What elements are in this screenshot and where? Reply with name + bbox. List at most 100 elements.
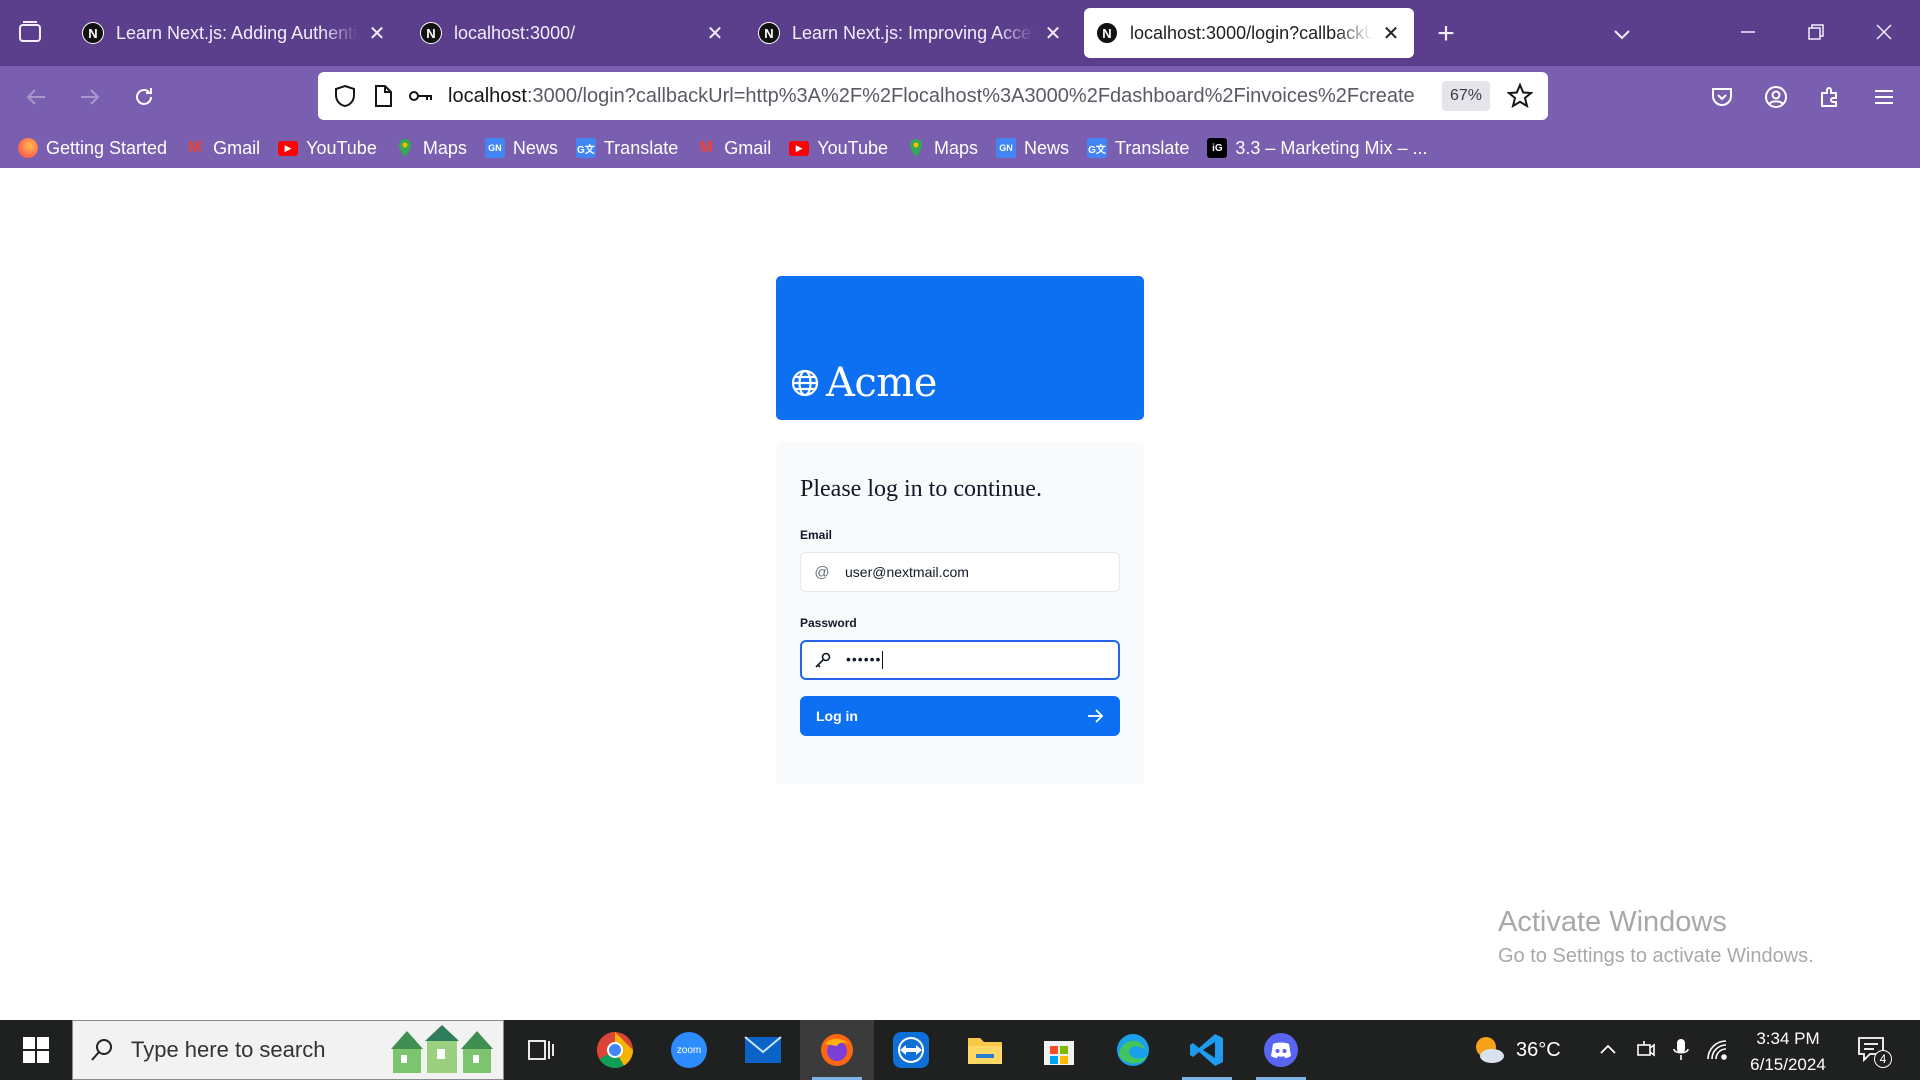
microphone-button[interactable] bbox=[1672, 1020, 1690, 1080]
wifi-icon bbox=[1707, 1040, 1727, 1060]
microsoft-store-taskbar-app[interactable] bbox=[1022, 1020, 1096, 1080]
system-clock[interactable]: 3:34 PM 6/15/2024 bbox=[1740, 1026, 1836, 1078]
teamviewer-taskbar-app[interactable] bbox=[874, 1020, 948, 1080]
task-view-button[interactable] bbox=[504, 1020, 578, 1080]
tab-title: Learn Next.js: Adding Authentication bbox=[116, 22, 358, 43]
bookmark-maps[interactable]: Maps bbox=[395, 138, 467, 159]
discord-taskbar-app[interactable] bbox=[1244, 1020, 1318, 1080]
translate-icon: G文 bbox=[1087, 138, 1108, 158]
tab-3-active[interactable]: N localhost:3000/login?callbackUrl=http … bbox=[1084, 8, 1414, 58]
key-icon[interactable] bbox=[406, 81, 436, 111]
tab-0[interactable]: N Learn Next.js: Adding Authentication ✕ bbox=[70, 8, 400, 58]
teamviewer-icon bbox=[893, 1032, 929, 1068]
bookmark-label: YouTube bbox=[817, 137, 888, 158]
minimize-button[interactable] bbox=[1726, 12, 1770, 52]
file-explorer-taskbar-app[interactable] bbox=[948, 1020, 1022, 1080]
puzzle-icon bbox=[1821, 87, 1837, 107]
bookmark-maps-2[interactable]: Maps bbox=[906, 138, 978, 159]
close-tab-icon[interactable]: ✕ bbox=[1042, 22, 1064, 45]
nextjs-favicon-icon: N bbox=[82, 22, 104, 44]
email-value: user@nextmail.com bbox=[845, 564, 969, 580]
reload-icon bbox=[136, 88, 152, 105]
bookmark-youtube[interactable]: ▶ YouTube bbox=[278, 138, 377, 159]
back-button[interactable] bbox=[18, 79, 54, 115]
bookmark-gmail[interactable]: M Gmail bbox=[185, 138, 260, 159]
bookmark-label: Gmail bbox=[724, 137, 772, 158]
extensions-button[interactable] bbox=[1812, 79, 1848, 115]
email-field[interactable]: @ user@nextmail.com bbox=[800, 552, 1120, 592]
taskbar-search-box[interactable]: Type here to search bbox=[72, 1020, 504, 1080]
restore-icon bbox=[1808, 24, 1824, 40]
zoom-level-badge[interactable]: 67% bbox=[1441, 81, 1490, 111]
tab-bar: N Learn Next.js: Adding Authentication ✕… bbox=[0, 0, 1920, 66]
youtube-icon: ▶ bbox=[789, 140, 810, 156]
bookmark-translate-2[interactable]: G文 Translate bbox=[1087, 138, 1189, 159]
maps-icon bbox=[906, 138, 926, 158]
zoom-taskbar-app[interactable]: zoom bbox=[652, 1020, 726, 1080]
plus-icon: + bbox=[1437, 17, 1455, 50]
edge-taskbar-app[interactable] bbox=[1096, 1020, 1170, 1080]
start-button[interactable] bbox=[0, 1020, 72, 1080]
page-info-icon[interactable] bbox=[368, 81, 398, 111]
store-icon bbox=[1044, 1041, 1074, 1065]
tab-list-button[interactable] bbox=[12, 14, 48, 50]
close-tab-icon[interactable]: ✕ bbox=[704, 22, 726, 45]
bookmark-star-icon[interactable] bbox=[1504, 80, 1536, 112]
form-title: Please log in to continue. bbox=[800, 476, 1042, 502]
discord-icon bbox=[1264, 1033, 1298, 1067]
close-tab-icon[interactable]: ✕ bbox=[366, 22, 388, 45]
notification-center-button[interactable]: 4 bbox=[1856, 1034, 1892, 1070]
nextjs-favicon-icon: N bbox=[420, 22, 442, 44]
bookmark-getting-started[interactable]: Getting Started bbox=[18, 138, 167, 159]
edge-icon bbox=[1117, 1034, 1149, 1066]
bookmark-label: Maps bbox=[933, 137, 978, 158]
vscode-icon bbox=[1190, 1034, 1223, 1066]
firefox-taskbar-app[interactable] bbox=[800, 1020, 874, 1080]
show-hidden-icons-button[interactable] bbox=[1598, 1020, 1618, 1080]
app-menu-button[interactable] bbox=[1866, 79, 1902, 115]
address-bar[interactable]: localhost:3000/login?callbackUrl=http%3A… bbox=[318, 72, 1548, 120]
password-field[interactable]: •••••• bbox=[800, 640, 1120, 680]
bookmark-news[interactable]: GN News bbox=[484, 138, 558, 159]
forward-button[interactable] bbox=[72, 79, 108, 115]
account-icon bbox=[1765, 86, 1787, 108]
mail-taskbar-app[interactable] bbox=[726, 1020, 800, 1080]
bookmark-news-2[interactable]: GN News bbox=[996, 138, 1069, 159]
tracking-shield-icon[interactable] bbox=[330, 81, 360, 111]
list-all-tabs-button[interactable] bbox=[1604, 16, 1640, 52]
hamburger-menu-icon bbox=[1875, 90, 1893, 104]
reload-button[interactable] bbox=[126, 79, 162, 115]
vscode-taskbar-app[interactable] bbox=[1170, 1020, 1244, 1080]
nextjs-favicon-icon: N bbox=[758, 22, 780, 44]
url-host: localhost bbox=[448, 84, 527, 107]
login-button[interactable]: Log in bbox=[800, 696, 1120, 736]
activate-windows-watermark: Activate Windows Go to Settings to activ… bbox=[1498, 906, 1814, 968]
email-label: Email bbox=[800, 528, 833, 542]
bookmark-translate[interactable]: G文 Translate bbox=[575, 138, 678, 159]
bookmark-youtube-2[interactable]: ▶ YouTube bbox=[789, 138, 888, 159]
bookmark-gmail-2[interactable]: M Gmail bbox=[696, 137, 772, 159]
tab-2[interactable]: N Learn Next.js: Improving Accessibility… bbox=[746, 8, 1076, 58]
password-dots: •••••• bbox=[846, 650, 882, 667]
bookmark-marketing-mix[interactable]: iG 3.3 – Marketing Mix – ... bbox=[1207, 138, 1427, 159]
account-button[interactable] bbox=[1758, 79, 1794, 115]
close-tab-icon[interactable]: ✕ bbox=[1380, 22, 1402, 45]
pocket-button[interactable] bbox=[1704, 79, 1740, 115]
translate-icon: G文 bbox=[575, 138, 596, 158]
web-page: Acme Please log in to continue. Email @ … bbox=[0, 168, 1920, 1020]
network-button[interactable] bbox=[1706, 1020, 1730, 1080]
chrome-taskbar-app[interactable] bbox=[578, 1020, 652, 1080]
url-text[interactable]: localhost:3000/login?callbackUrl=http%3A… bbox=[448, 85, 1442, 108]
new-tab-button[interactable]: + bbox=[1428, 16, 1464, 52]
restore-button[interactable] bbox=[1794, 12, 1838, 52]
tab-1[interactable]: N localhost:3000/ ✕ bbox=[408, 8, 738, 58]
maps-icon bbox=[395, 138, 415, 158]
tab-title: Learn Next.js: Improving Accessibility bbox=[792, 22, 1034, 43]
meet-now-button[interactable] bbox=[1636, 1020, 1656, 1080]
bookmark-label: Maps bbox=[422, 137, 467, 158]
weather-widget[interactable]: 36°C bbox=[1472, 1020, 1561, 1080]
meet-now-icon bbox=[1637, 1041, 1655, 1057]
bookmark-label: YouTube bbox=[306, 137, 377, 158]
close-window-button[interactable] bbox=[1862, 12, 1906, 52]
minimize-icon bbox=[1741, 31, 1755, 33]
